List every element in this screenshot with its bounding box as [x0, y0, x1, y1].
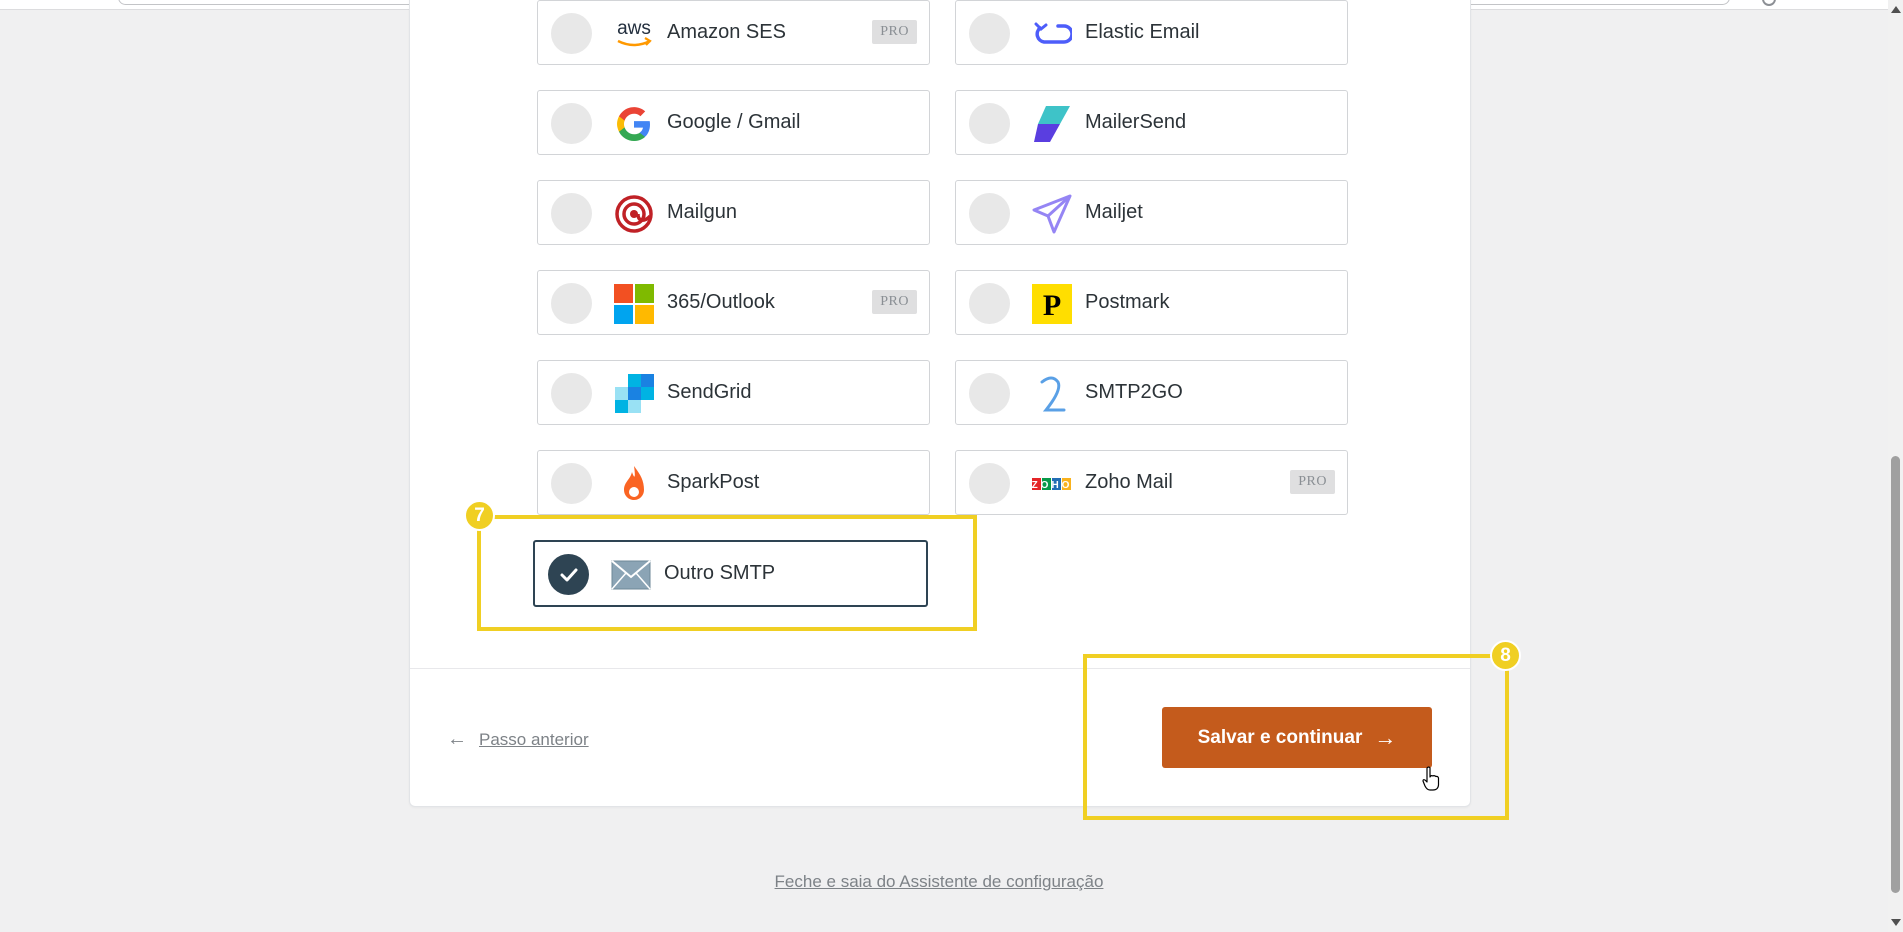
mailer-option-postmark[interactable]: P Postmark — [955, 270, 1348, 335]
mailer-option-sendgrid[interactable]: SendGrid — [537, 360, 930, 425]
pro-badge: PRO — [1290, 470, 1335, 494]
mailer-option-outlook[interactable]: 365/Outlook PRO — [537, 270, 930, 335]
mailer-label: Mailgun — [667, 201, 738, 223]
previous-step-label: Passo anterior — [479, 729, 589, 749]
mailer-label: SendGrid — [667, 381, 752, 403]
card-divider — [410, 668, 1470, 669]
save-button-label: Salvar e continuar — [1197, 726, 1363, 748]
profile-icon[interactable] — [1762, 0, 1776, 6]
mailer-option-elastic-email[interactable]: Elastic Email — [955, 0, 1348, 65]
mailgun-icon — [614, 194, 654, 234]
smtp2go-icon — [1032, 374, 1072, 414]
mailer-option-other-smtp[interactable]: Outro SMTP — [533, 540, 928, 607]
sparkpost-flame-icon — [614, 464, 654, 504]
svg-text:P: P — [1043, 289, 1061, 322]
radio-button[interactable] — [551, 103, 592, 144]
radio-button[interactable] — [969, 283, 1010, 324]
mailer-label: MailerSend — [1085, 111, 1187, 133]
radio-button[interactable] — [551, 283, 592, 324]
svg-text:aws: aws — [617, 18, 651, 39]
save-and-continue-button[interactable]: Salvar e continuar → — [1162, 707, 1432, 768]
mailer-label: Outro SMTP — [664, 562, 776, 584]
aws-logo-icon: aws — [614, 14, 654, 54]
hand-cursor-icon — [1422, 766, 1440, 791]
radio-button[interactable] — [969, 193, 1010, 234]
elastic-email-icon — [1032, 14, 1072, 54]
mailer-option-mailersend[interactable]: MailerSend — [955, 90, 1348, 155]
svg-text:ZOHO: ZOHO — [1032, 480, 1072, 491]
sendgrid-icon — [614, 374, 654, 414]
radio-button[interactable] — [969, 463, 1010, 504]
mailer-option-smtp2go[interactable]: SMTP2GO — [955, 360, 1348, 425]
scrollbar-thumb[interactable] — [1891, 456, 1900, 893]
microsoft-icon — [614, 284, 654, 324]
mailer-option-mailjet[interactable]: Mailjet — [955, 180, 1348, 245]
google-icon — [614, 104, 654, 144]
mailjet-icon — [1032, 194, 1072, 234]
envelope-icon — [611, 555, 651, 595]
scroll-up-arrow-icon[interactable] — [1891, 6, 1901, 13]
mailer-option-zoho[interactable]: ZOHO Zoho Mail PRO — [955, 450, 1348, 515]
mailer-label: Google / Gmail — [667, 111, 801, 133]
radio-button-checked[interactable] — [548, 554, 589, 595]
mailer-label: Postmark — [1085, 291, 1170, 313]
step-badge-7: 7 — [464, 500, 495, 531]
zoho-icon: ZOHO — [1032, 464, 1072, 504]
mailersend-icon — [1032, 104, 1072, 144]
mailer-label: Zoho Mail — [1085, 471, 1173, 493]
radio-button[interactable] — [969, 373, 1010, 414]
step-badge-8: 8 — [1490, 640, 1521, 671]
vertical-scrollbar[interactable] — [1888, 0, 1903, 932]
arrow-left-icon: ← — [447, 728, 467, 750]
mailer-label: Amazon SES — [667, 21, 786, 43]
mailer-label: Elastic Email — [1085, 21, 1200, 43]
mailer-label: SparkPost — [667, 471, 760, 493]
pro-badge: PRO — [872, 290, 917, 314]
previous-step-link[interactable]: ← Passo anterior — [447, 728, 589, 751]
checkmark-icon — [560, 568, 577, 581]
mailer-option-mailgun[interactable]: Mailgun — [537, 180, 930, 245]
radio-button[interactable] — [551, 463, 592, 504]
mailer-label: SMTP2GO — [1085, 381, 1183, 403]
pro-badge: PRO — [872, 20, 917, 44]
arrow-right-icon: → — [1374, 724, 1397, 750]
exit-setup-wizard-link[interactable]: Feche e saia do Assistente de configuraç… — [0, 872, 1878, 892]
postmark-icon: P — [1032, 284, 1072, 324]
radio-button[interactable] — [969, 103, 1010, 144]
mailer-option-amazon-ses[interactable]: aws Amazon SES PRO — [537, 0, 930, 65]
radio-button[interactable] — [551, 373, 592, 414]
radio-button[interactable] — [551, 193, 592, 234]
mailer-label: 365/Outlook — [667, 291, 775, 313]
scroll-down-arrow-icon[interactable] — [1891, 919, 1901, 926]
mailer-option-sparkpost[interactable]: SparkPost — [537, 450, 930, 515]
mailer-option-google-gmail[interactable]: Google / Gmail — [537, 90, 930, 155]
radio-button[interactable] — [551, 13, 592, 54]
mailer-label: Mailjet — [1085, 201, 1143, 223]
radio-button[interactable] — [969, 13, 1010, 54]
